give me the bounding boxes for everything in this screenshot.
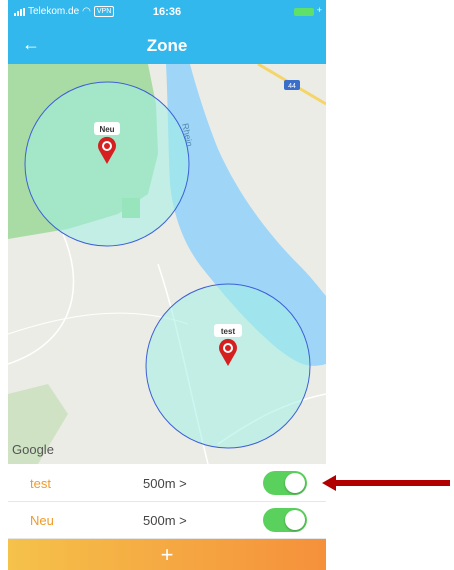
zone-toggle[interactable] xyxy=(263,471,307,495)
phone-screen: Telekom.de ◠ VPN 16:36 + ← Zone 44 Rhein… xyxy=(8,0,326,570)
zone-radius[interactable]: 500m > xyxy=(143,513,187,528)
map-canvas[interactable]: 44 Rhein Neu test Google xyxy=(8,64,326,464)
nav-bar: ← Zone xyxy=(8,26,326,64)
zone-toggle[interactable] xyxy=(263,508,307,532)
zone-row-neu[interactable]: Neu 500m > xyxy=(8,502,326,539)
arrow-shape xyxy=(322,475,450,491)
pin-dot xyxy=(104,143,110,149)
zone-row-test[interactable]: test 500m > xyxy=(8,465,326,502)
road-badge-label: 44 xyxy=(288,83,296,90)
page-title: Zone xyxy=(146,36,188,55)
status-bar: Telekom.de ◠ VPN 16:36 + xyxy=(8,0,326,26)
toggle-knob xyxy=(285,473,305,493)
toggle-knob xyxy=(285,510,305,530)
marker-label: Neu xyxy=(99,125,114,134)
status-time: 16:36 xyxy=(152,6,182,18)
zone-name: test xyxy=(30,476,51,491)
pin-dot xyxy=(225,345,231,351)
annotation-arrow-icon xyxy=(322,475,450,491)
charging-icon: + xyxy=(316,5,322,15)
map-view[interactable]: 44 Rhein Neu test Google xyxy=(8,64,326,464)
battery-icon xyxy=(294,8,314,16)
add-zone-button[interactable]: + xyxy=(8,539,326,570)
marker-label: test xyxy=(221,327,236,336)
zone-radius[interactable]: 500m > xyxy=(143,476,187,491)
zone-name: Neu xyxy=(30,513,54,528)
google-logo: Google xyxy=(12,442,54,457)
